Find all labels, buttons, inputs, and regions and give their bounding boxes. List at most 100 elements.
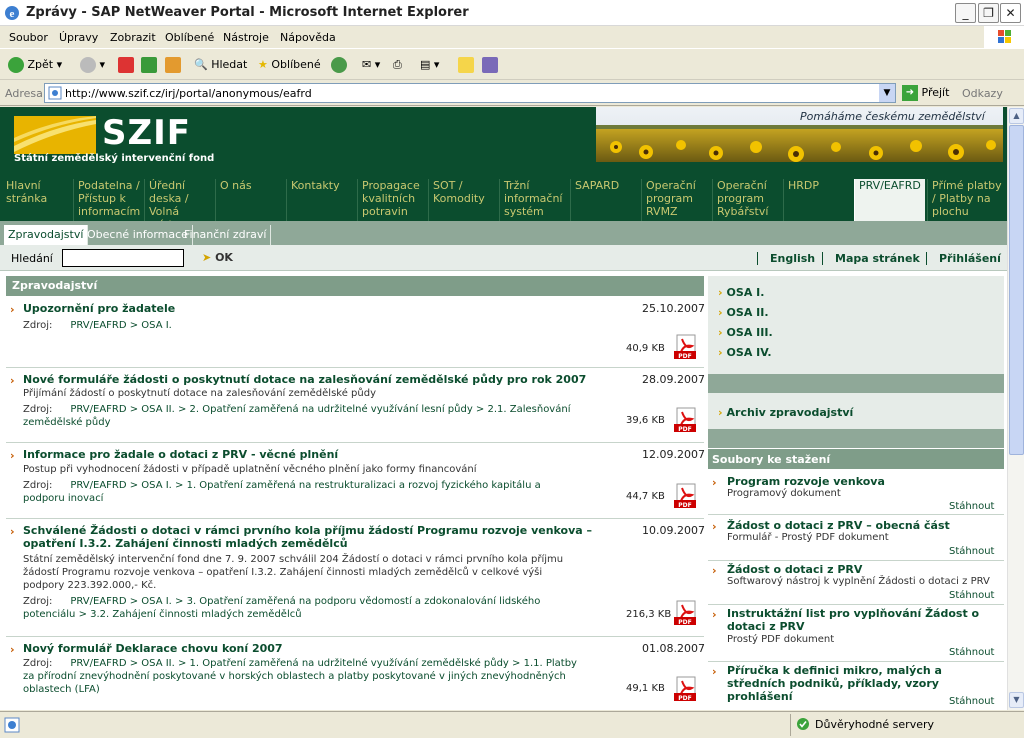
scroll-up-icon[interactable]: ▲ [1009, 108, 1024, 124]
pdf-icon[interactable]: PDF [674, 676, 698, 702]
file-title[interactable]: Žádost o dotaci z PRV [727, 563, 1003, 576]
note-icon [458, 57, 474, 73]
menu-nastroje[interactable]: Nástroje [223, 31, 269, 44]
news-title[interactable]: Nové formuláře žádosti o poskytnutí dota… [23, 373, 623, 386]
link-archiv-zpravodajstvi[interactable]: › Archiv zpravodajství [718, 406, 853, 419]
file-item: › Program rozvoje venkova Programový dok… [708, 475, 1004, 515]
pdf-icon[interactable]: PDF [674, 334, 698, 360]
forward-button[interactable]: ▾ [80, 54, 105, 76]
pdf-icon[interactable]: PDF [674, 407, 698, 433]
file-title[interactable]: Instruktážní list pro vyplňování Žádost … [727, 607, 1003, 633]
file-item: › Žádost o dotaci z PRV – obecná část Fo… [708, 519, 1004, 561]
search-input[interactable] [62, 249, 184, 267]
file-type: Softwarový nástroj k vyplnění Žádosti o … [727, 576, 990, 587]
address-dropdown-icon[interactable]: ▼ [879, 84, 895, 102]
minimize-button[interactable]: _ [955, 3, 976, 23]
scroll-down-icon[interactable]: ▼ [1009, 692, 1024, 708]
nav-kontakty[interactable]: Kontakty [286, 179, 355, 221]
address-input[interactable]: http://www.szif.cz/irj/portal/anonymous/… [44, 83, 896, 103]
refresh-button[interactable] [141, 54, 157, 76]
menu-napoveda[interactable]: Nápověda [280, 31, 336, 44]
link-osa-4[interactable]: › OSA IV. [718, 346, 772, 359]
link-osa-2[interactable]: › OSA II. [718, 306, 769, 319]
news-source: Zdroj: PRV/EAFRD > OSA II. > 2. Opatření … [23, 404, 571, 428]
vertical-scrollbar[interactable]: ▲ ▼ [1007, 107, 1024, 710]
research-button[interactable] [482, 54, 498, 76]
scroll-thumb[interactable] [1009, 125, 1024, 455]
nav-uredni-deska[interactable]: Úřední deska / Volná místa [144, 179, 213, 231]
archive-box: › Archiv zpravodajství [708, 393, 1004, 429]
nav-op-rvmz[interactable]: Operační program RVMZ [641, 179, 710, 221]
stop-button[interactable] [118, 54, 134, 76]
download-link[interactable]: Stáhnout [949, 590, 994, 601]
files-heading: Soubory ke stažení [708, 449, 1004, 469]
link-osa-3[interactable]: › OSA III. [718, 326, 773, 339]
go-button[interactable]: ➜ Přejít [902, 83, 949, 103]
address-url: http://www.szif.cz/irj/portal/anonymous/… [65, 87, 312, 100]
site-logo[interactable]: SZIF [102, 113, 191, 153]
nav-prime-platby[interactable]: Přímé platby / Platby na plochu [927, 179, 1003, 221]
print-button[interactable]: ⎙ [393, 54, 402, 76]
file-title[interactable]: Program rozvoje venkova [727, 475, 1003, 488]
pdf-icon[interactable]: PDF [674, 600, 698, 626]
nav-sapard[interactable]: SAPARD [570, 179, 639, 221]
tab-financni-zdravi[interactable]: Finanční zdraví [180, 225, 272, 245]
search-bar: Hledání ➤ OK English Mapa stránek Přihlá… [0, 245, 1007, 271]
search-button[interactable]: 🔍 Hledat [194, 54, 247, 76]
close-button[interactable]: ✕ [1000, 3, 1021, 23]
download-link[interactable]: Stáhnout [949, 501, 994, 512]
pdf-icon[interactable]: PDF [674, 483, 698, 509]
svg-text:PDF: PDF [678, 502, 691, 509]
star-icon: ★ [258, 58, 268, 71]
nav-o-nas[interactable]: O nás [215, 179, 284, 221]
print-icon: ⎙ [393, 58, 402, 71]
links-toolbar[interactable]: Odkazy [962, 87, 1003, 100]
nav-op-rybarstvi[interactable]: Operační program Rybářství [712, 179, 781, 221]
favorites-button[interactable]: ★ Oblíbené [258, 54, 321, 76]
back-button[interactable]: Zpět ▾ [8, 54, 62, 76]
menu-oblibene[interactable]: Oblíbené [165, 31, 214, 44]
file-type: Prostý PDF dokument [727, 634, 835, 645]
menu-upravy[interactable]: Úpravy [59, 31, 98, 44]
szif-logo-graphic [14, 116, 96, 154]
history-button[interactable] [331, 54, 347, 76]
link-english[interactable]: English [770, 252, 815, 265]
bullet-icon: › [712, 665, 717, 678]
page-viewport: SZIF Státní zemědělský intervenční fond [0, 107, 1007, 710]
news-title[interactable]: Upozornění pro žadatele [23, 302, 593, 315]
nav-hlavni-stranka[interactable]: Hlavní stránka [2, 179, 71, 221]
news-title[interactable]: Schválené Žádosti o dotaci v rámci první… [23, 524, 593, 550]
mail-button[interactable]: ✉ ▾ [362, 54, 380, 76]
discuss-button[interactable] [458, 54, 474, 76]
restore-button[interactable]: ❐ [978, 3, 999, 23]
nav-trzni-informacni-system[interactable]: Tržní informační systém [499, 179, 568, 221]
nav-prv-eafrd[interactable]: PRV/EAFRD [854, 179, 925, 221]
nav-sot-komodity[interactable]: SOT / Komodity [428, 179, 497, 221]
nav-podatelna[interactable]: Podatelna / Přístup k informacím [73, 179, 142, 221]
tab-zpravodajstvi[interactable]: Zpravodajství [4, 225, 89, 245]
news-title[interactable]: Nový formulář Deklarace chovu koní 2007 [23, 642, 593, 655]
tab-obecne-informace[interactable]: Obecné informace [83, 225, 193, 245]
nav-propagace[interactable]: Propagace kvalitních potravin [357, 179, 426, 221]
nav-hrdp[interactable]: HRDP [783, 179, 852, 221]
download-link[interactable]: Stáhnout [949, 546, 994, 557]
search-ok-button[interactable]: ➤ OK [202, 251, 233, 264]
file-type: Formulář - Prostý PDF dokument [727, 532, 889, 543]
svg-text:e: e [10, 8, 15, 20]
menu-soubor[interactable]: Soubor [9, 31, 48, 44]
news-title[interactable]: Informace pro žadale o dotaci z PRV - vě… [23, 448, 593, 461]
download-link[interactable]: Stáhnout [949, 647, 994, 658]
svg-text:PDF: PDF [678, 695, 691, 702]
news-description: Přijímání žádostí o poskytnutí dotace na… [23, 388, 376, 399]
link-osa-1[interactable]: › OSA I. [718, 286, 764, 299]
svg-text:PDF: PDF [678, 619, 691, 626]
link-mapa-stranek[interactable]: Mapa stránek [835, 252, 920, 265]
edit-button[interactable]: ▤ ▾ [420, 54, 439, 76]
news-source: Zdroj: PRV/EAFRD > OSA II. > 1. Opatření … [23, 658, 577, 695]
link-prihlaseni[interactable]: Přihlášení [939, 252, 1001, 265]
menu-zobrazit[interactable]: Zobrazit [110, 31, 156, 44]
file-title[interactable]: Žádost o dotaci z PRV – obecná část [727, 519, 1003, 532]
site-slogan: Pomáháme českému zemědělství [800, 110, 985, 123]
home-button[interactable] [165, 54, 181, 76]
download-link[interactable]: Stáhnout [949, 696, 994, 707]
